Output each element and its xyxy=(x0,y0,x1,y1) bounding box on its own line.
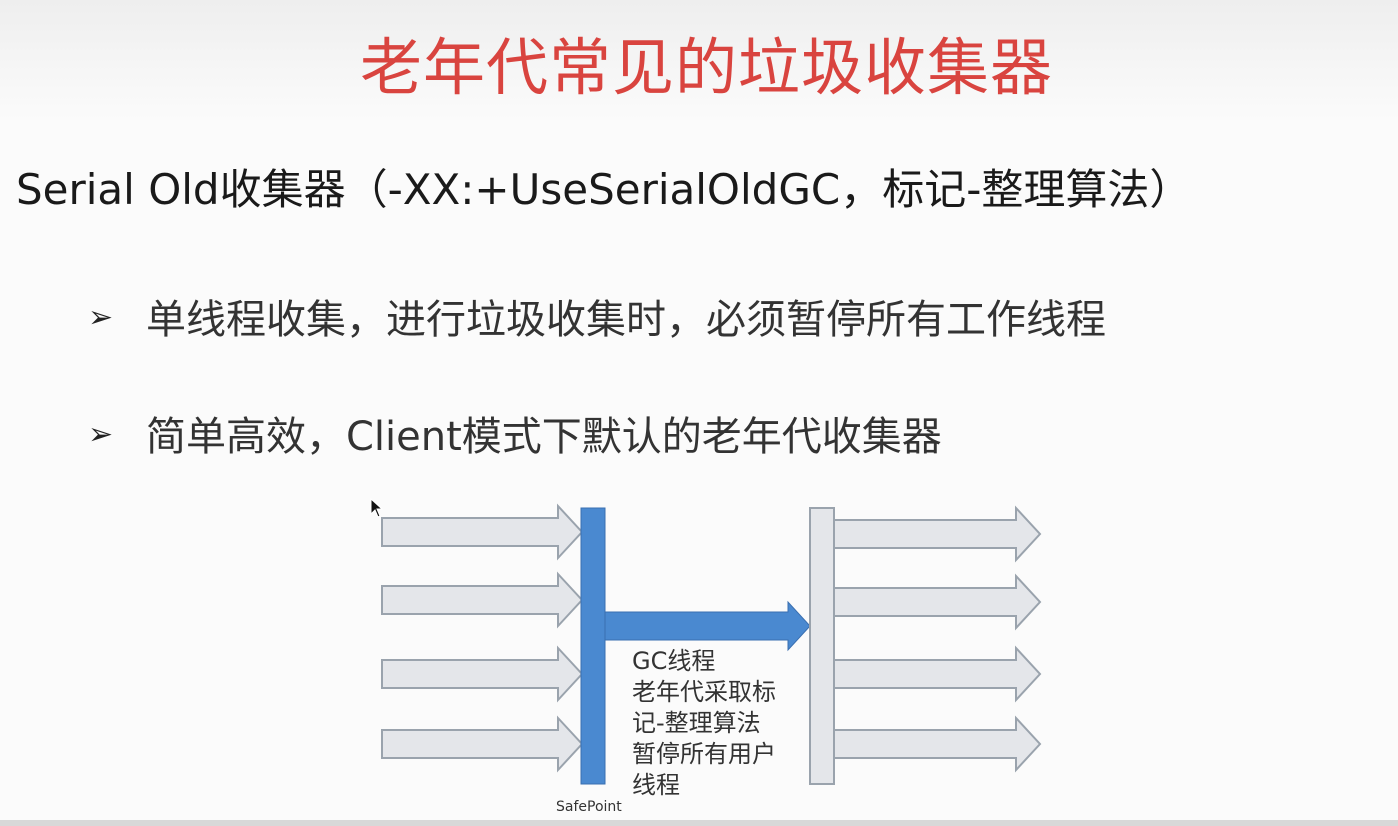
safepoint-bar xyxy=(580,507,606,785)
bullet-item: ➢ 简单高效，Client模式下默认的老年代收集器 xyxy=(88,409,1338,467)
bullet-arrow-icon: ➢ xyxy=(88,417,114,452)
user-thread-arrow xyxy=(381,645,584,703)
serial-old-diagram: GC线程 老年代采取标 记-整理算法 暂停所有用户 线程 SafePoint xyxy=(370,498,1070,818)
slide-subtitle: Serial Old收集器（-XX:+UseSerialOldGC，标记-整理算… xyxy=(16,165,1192,214)
user-thread-arrow xyxy=(833,715,1042,773)
right-user-thread-arrows xyxy=(833,505,1042,773)
left-user-thread-arrows xyxy=(381,503,584,773)
bullet-item: ➢ 单线程收集，进行垃圾收集时，必须暂停所有工作线程 xyxy=(88,292,1338,350)
slide-title: 老年代常见的垃圾收集器 xyxy=(360,31,1054,104)
user-thread-arrow xyxy=(833,573,1042,631)
mouse-cursor-icon xyxy=(370,498,384,518)
user-thread-arrow xyxy=(833,645,1042,703)
user-thread-arrow xyxy=(833,505,1042,563)
gc-thread-arrow xyxy=(604,600,811,652)
user-thread-arrow xyxy=(381,715,584,773)
bullet-text: 简单高效，Client模式下默认的老年代收集器 xyxy=(146,414,942,460)
user-thread-arrow xyxy=(381,571,584,629)
bullet-text: 单线程收集，进行垃圾收集时，必须暂停所有工作线程 xyxy=(146,297,1106,343)
user-thread-arrow xyxy=(381,503,584,561)
bullet-arrow-icon: ➢ xyxy=(88,300,114,335)
safepoint-label: SafePoint xyxy=(556,799,622,815)
bottom-edge-bar xyxy=(0,820,1398,826)
gc-thread-description: GC线程 老年代采取标 记-整理算法 暂停所有用户 线程 xyxy=(632,647,776,799)
